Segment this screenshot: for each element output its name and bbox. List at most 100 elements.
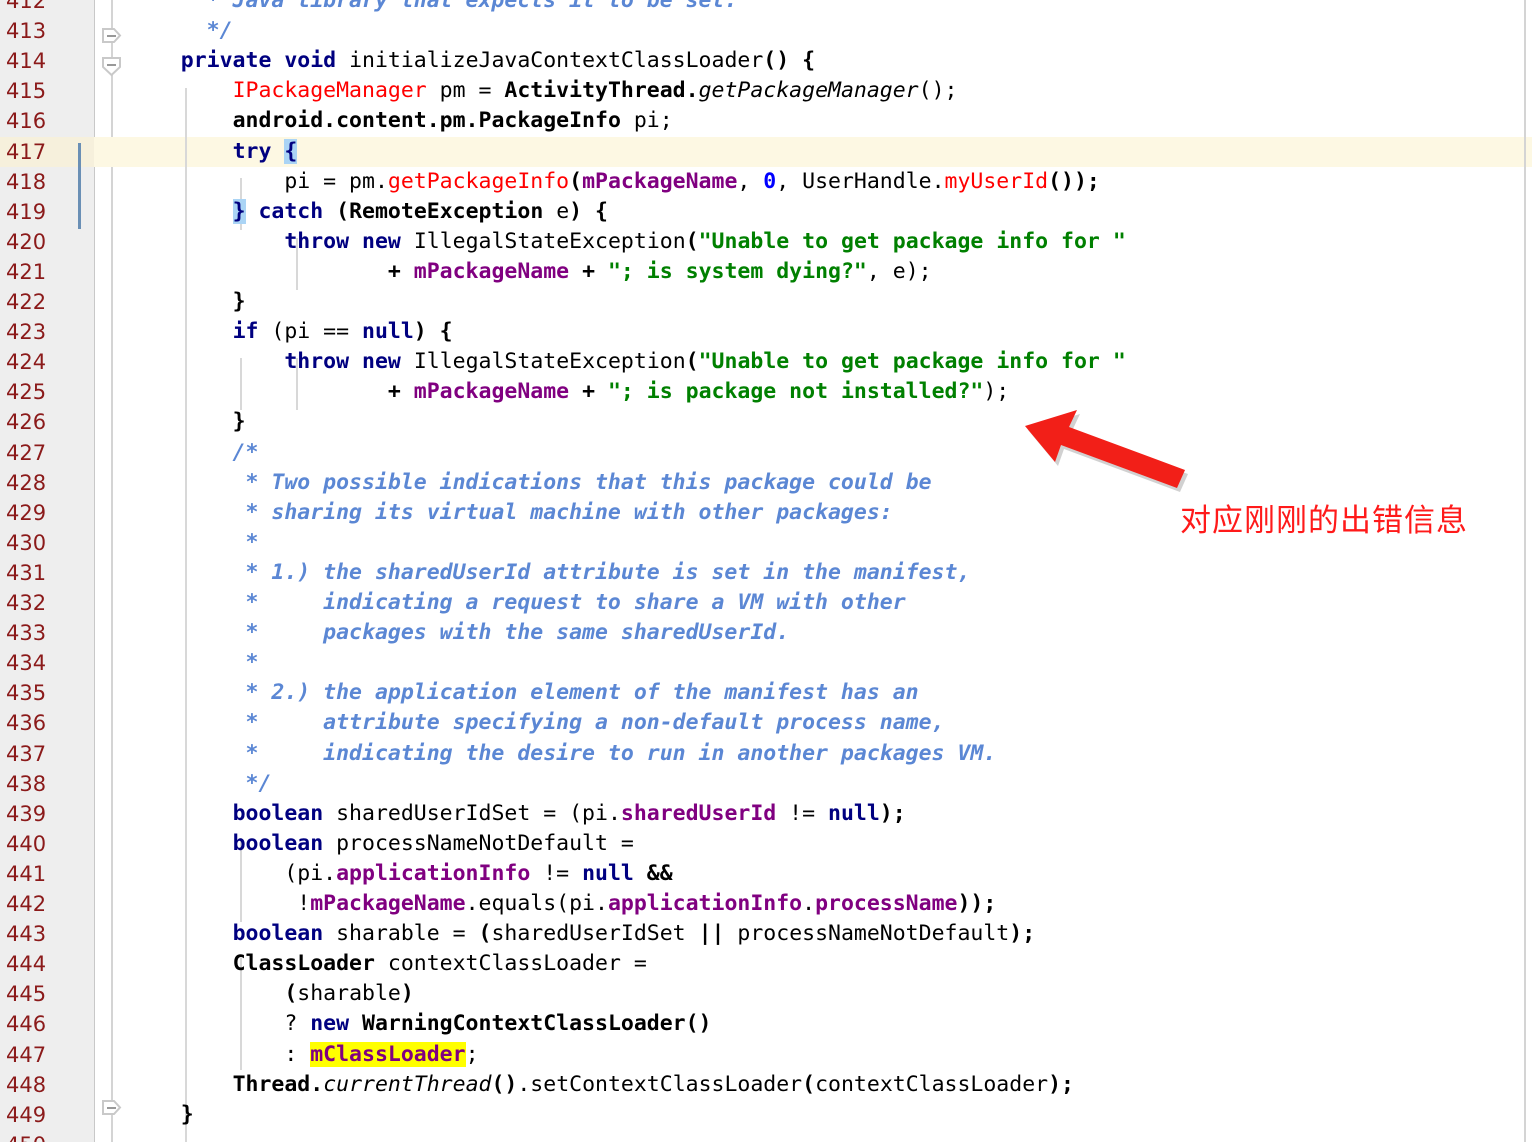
- code-line[interactable]: 425 + mPackageName + "; is package not i…: [0, 377, 1532, 407]
- code-line[interactable]: 447 : mClassLoader;: [0, 1040, 1532, 1070]
- token: mPackageName: [413, 379, 570, 405]
- token: ,: [737, 168, 764, 194]
- code-text[interactable]: pi = pm.getPackageInfo(mPackageName, 0, …: [129, 167, 1100, 197]
- code-line[interactable]: 421 + mPackageName + "; is system dying?…: [0, 257, 1532, 287]
- code-line[interactable]: 437 * indicating the desire to run in an…: [0, 739, 1532, 769]
- token: (pi.: [129, 860, 337, 886]
- code-text[interactable]: Thread.currentThread().setContextClassLo…: [129, 1070, 1074, 1100]
- code-text[interactable]: ? new WarningContextClassLoader(): [129, 1009, 711, 1039]
- code-line[interactable]: 423 if (pi == null) {: [0, 317, 1532, 347]
- vcs-change-bar[interactable]: [78, 143, 81, 229]
- code-text[interactable]: + mPackageName + "; is system dying?", e…: [129, 257, 932, 287]
- code-text[interactable]: * Java library that expects it to be set…: [129, 0, 738, 16]
- code-text[interactable]: */: [129, 16, 233, 46]
- code-line[interactable]: 448 Thread.currentThread().setContextCla…: [0, 1070, 1532, 1100]
- code-line[interactable]: 417 try {: [0, 136, 1532, 167]
- code-text[interactable]: * attribute specifying a non-default pro…: [129, 708, 944, 738]
- code-editor[interactable]: 412 * Java library that expects it to be…: [0, 0, 1532, 1142]
- code-text[interactable]: *: [129, 648, 258, 678]
- code-text[interactable]: * Two possible indications that this pac…: [129, 468, 931, 498]
- token: (: [569, 168, 583, 194]
- code-text[interactable]: boolean sharable = (sharedUserIdSet || p…: [129, 919, 1036, 949]
- code-line[interactable]: 440 boolean processNameNotDefault =: [0, 829, 1532, 859]
- code-line[interactable]: 416 android.content.pm.PackageInfo pi;: [0, 106, 1532, 136]
- code-text[interactable]: throw new IllegalStateException("Unable …: [129, 347, 1125, 377]
- code-line[interactable]: 442 !mPackageName.equals(pi.applicationI…: [0, 889, 1532, 919]
- code-text[interactable]: boolean sharedUserIdSet = (pi.sharedUser…: [129, 799, 906, 829]
- code-text[interactable]: }: [129, 1100, 194, 1130]
- code-line[interactable]: 414 private void initializeJavaContextCl…: [0, 46, 1532, 76]
- code-text[interactable]: * indicating the desire to run in anothe…: [129, 739, 996, 769]
- code-text[interactable]: try {: [129, 137, 298, 167]
- code-text[interactable]: : mClassLoader;: [129, 1040, 479, 1070]
- code-line[interactable]: 436 * attribute specifying a non-default…: [0, 708, 1532, 738]
- fold-marker-collapse-414[interactable]: [101, 56, 122, 77]
- code-line[interactable]: 412 * Java library that expects it to be…: [0, 0, 1532, 16]
- code-line[interactable]: 415 IPackageManager pm = ActivityThread.…: [0, 76, 1532, 106]
- line-number: 432: [6, 591, 47, 615]
- code-line[interactable]: 446 ? new WarningContextClassLoader(): [0, 1009, 1532, 1039]
- code-text[interactable]: throw new IllegalStateException("Unable …: [129, 227, 1125, 257]
- token: mPackageName: [413, 258, 570, 284]
- code-text[interactable]: */: [129, 769, 271, 799]
- code-line[interactable]: 432 * indicating a request to share a VM…: [0, 588, 1532, 618]
- code-text[interactable]: android.content.pm.PackageInfo pi;: [129, 106, 673, 136]
- code-line[interactable]: 419 } catch (RemoteException e) {: [0, 197, 1532, 227]
- code-text[interactable]: /*: [129, 438, 259, 468]
- code-text[interactable]: }: [129, 407, 246, 437]
- code-text[interactable]: (pi.applicationInfo != null &&: [129, 859, 672, 889]
- code-line[interactable]: 435 * 2.) the application element of the…: [0, 678, 1532, 708]
- code-line[interactable]: 441 (pi.applicationInfo != null &&: [0, 859, 1532, 889]
- code-line[interactable]: 426 }: [0, 407, 1532, 437]
- code-line[interactable]: 418 pi = pm.getPackageInfo(mPackageName,…: [0, 167, 1532, 197]
- token: * 1.) the sharedUserId attribute is set …: [129, 559, 971, 585]
- code-text[interactable]: * sharing its virtual machine with other…: [129, 498, 892, 528]
- code-lines[interactable]: 412 * Java library that expects it to be…: [0, 0, 1532, 1142]
- code-text[interactable]: private void initializeJavaContextClassL…: [129, 46, 815, 76]
- code-text[interactable]: + mPackageName + "; is package not insta…: [129, 377, 1009, 407]
- code-text[interactable]: * 1.) the sharedUserId attribute is set …: [129, 558, 970, 588]
- code-line[interactable]: 431 * 1.) the sharedUserId attribute is …: [0, 558, 1532, 588]
- line-number: 424: [6, 350, 47, 375]
- code-text[interactable]: if (pi == null) {: [129, 317, 453, 347]
- code-line[interactable]: 413 */: [0, 16, 1532, 46]
- token: !=: [530, 860, 583, 886]
- token: mPackageName: [310, 891, 466, 916]
- code-text[interactable]: * 2.) the application element of the man…: [129, 678, 918, 708]
- code-line[interactable]: 443 boolean sharable = (sharedUserIdSet …: [0, 919, 1532, 949]
- red-arrow-icon: [1025, 408, 1190, 498]
- code-line[interactable]: 424 throw new IllegalStateException("Una…: [0, 347, 1532, 377]
- code-line[interactable]: 434 *: [0, 648, 1532, 678]
- code-line[interactable]: 428 * Two possible indications that this…: [0, 468, 1532, 498]
- code-line[interactable]: 444 ClassLoader contextClassLoader =: [0, 949, 1532, 979]
- code-line[interactable]: 450: [0, 1130, 1532, 1142]
- code-line[interactable]: 420 throw new IllegalStateException("Una…: [0, 227, 1532, 257]
- fold-marker-collapse-413[interactable]: [101, 26, 122, 47]
- code-text[interactable]: ClassLoader contextClassLoader =: [129, 949, 647, 979]
- code-text[interactable]: * indicating a request to share a VM wit…: [129, 588, 905, 618]
- token: !: [129, 891, 311, 916]
- code-line[interactable]: 438 */: [0, 769, 1532, 799]
- token: (: [284, 981, 298, 1007]
- code-text[interactable]: }: [129, 287, 246, 317]
- code-line[interactable]: 422 }: [0, 287, 1532, 317]
- code-text[interactable]: !mPackageName.equals(pi.applicationInfo.…: [129, 889, 996, 919]
- token: getPackageManager: [698, 78, 919, 104]
- code-line[interactable]: 445 (sharable): [0, 979, 1532, 1009]
- code-text[interactable]: *: [129, 528, 258, 558]
- code-line[interactable]: 427 /*: [0, 438, 1532, 468]
- code-line[interactable]: 449 }: [0, 1100, 1532, 1130]
- code-text[interactable]: (sharable): [129, 979, 413, 1009]
- fold-marker-collapse-449[interactable]: [101, 1098, 122, 1119]
- code-text[interactable]: boolean processNameNotDefault =: [129, 829, 634, 859]
- code-line[interactable]: 439 boolean sharedUserIdSet = (pi.shared…: [0, 799, 1532, 829]
- code-line[interactable]: 433 * packages with the same sharedUserI…: [0, 618, 1532, 648]
- code-text[interactable]: } catch (RemoteException e) {: [129, 197, 608, 227]
- code-text[interactable]: * packages with the same sharedUserId.: [129, 618, 789, 648]
- code-text[interactable]: IPackageManager pm = ActivityThread.getP…: [129, 76, 958, 106]
- line-number: 420: [6, 229, 47, 254]
- token: *: [129, 529, 259, 555]
